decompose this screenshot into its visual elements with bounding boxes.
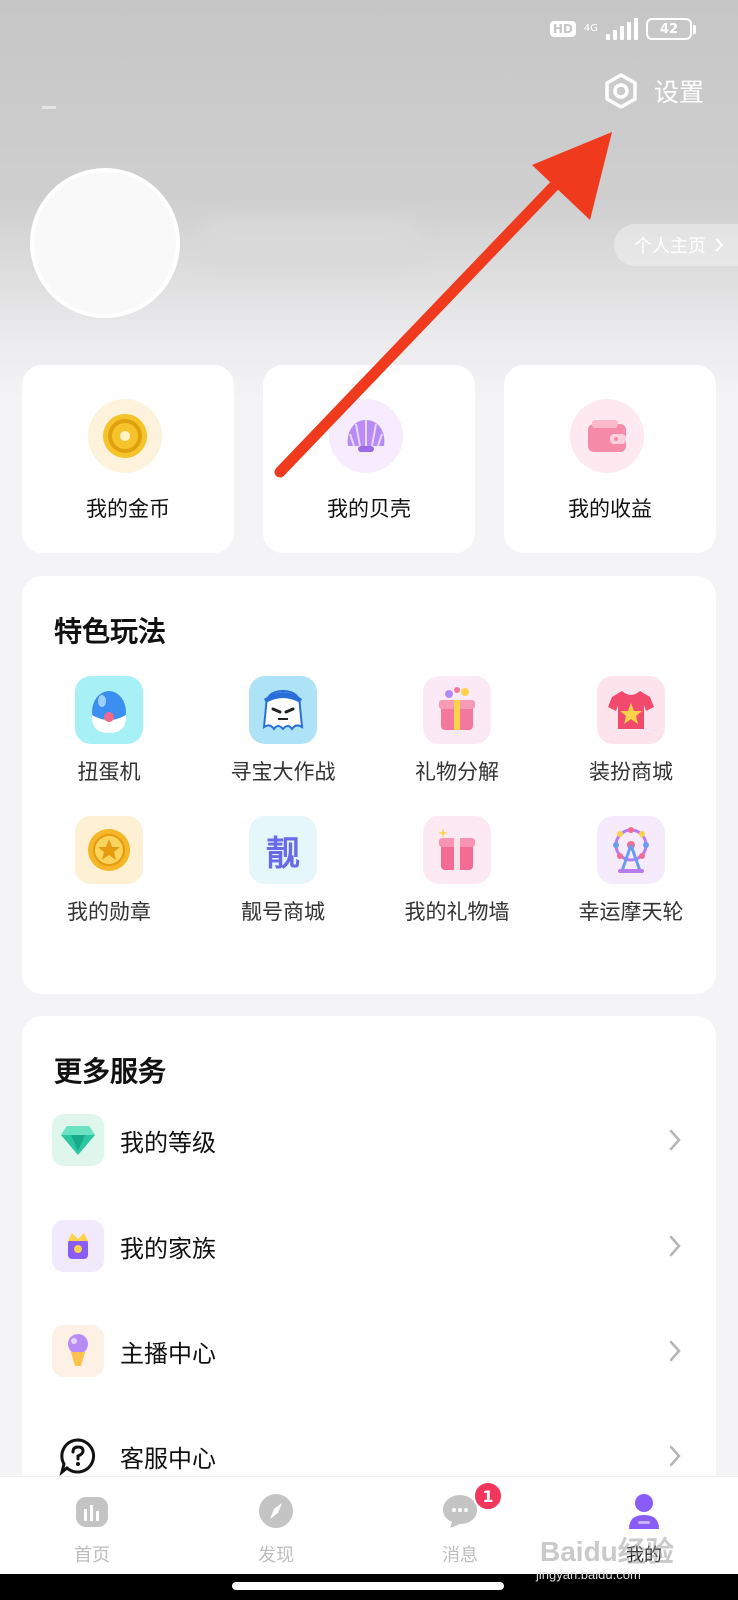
microphone-icon bbox=[52, 1325, 104, 1377]
signal-icon bbox=[606, 18, 638, 40]
liang-char-icon: 靓 bbox=[249, 816, 317, 884]
feature-item-gift-decompose[interactable]: 礼物分解 bbox=[370, 676, 544, 786]
services-title: 更多服务 bbox=[54, 1055, 167, 1088]
feature-label: 我的勋章 bbox=[67, 900, 151, 924]
username-blurred bbox=[200, 218, 420, 266]
battery-level: 42 bbox=[659, 21, 679, 37]
tab-label: 消息 bbox=[442, 1545, 478, 1566]
liang-glyph: 靓 bbox=[266, 833, 300, 874]
settings-label: 设置 bbox=[653, 78, 704, 107]
compass-icon bbox=[259, 1494, 293, 1528]
wallet-icon bbox=[570, 399, 644, 473]
feature-label: 礼物分解 bbox=[415, 760, 499, 784]
feature-label: 我的礼物墙 bbox=[404, 900, 510, 924]
diamond-level-icon bbox=[52, 1114, 104, 1166]
ghost-pirate-icon bbox=[249, 676, 317, 744]
quick-card-shells[interactable]: 我的贝壳 bbox=[263, 365, 475, 553]
status-bar: HD 4G 42 bbox=[549, 18, 696, 40]
feature-label: 寻宝大作战 bbox=[230, 760, 336, 784]
service-row-family[interactable]: 我的家族 bbox=[52, 1216, 692, 1276]
chevron-right-icon bbox=[669, 1445, 681, 1467]
hd-indicator: HD bbox=[549, 21, 576, 37]
quick-card-label: 我的收益 bbox=[568, 497, 652, 521]
service-label: 我的等级 bbox=[120, 1128, 216, 1157]
feature-label: 幸运摩天轮 bbox=[578, 900, 684, 924]
feature-item-capsule[interactable]: 扭蛋机 bbox=[22, 676, 196, 786]
watermark-url: jingyan.baidu.com bbox=[536, 1567, 641, 1582]
feature-item-ferris-wheel[interactable]: 幸运摩天轮 bbox=[544, 816, 718, 926]
chevron-right-icon bbox=[715, 238, 724, 252]
family-crown-icon bbox=[52, 1220, 104, 1272]
unread-badge: 1 bbox=[473, 1481, 503, 1511]
network-type: 4G bbox=[583, 23, 598, 34]
chevron-right-icon bbox=[669, 1129, 681, 1151]
tshirt-star-icon bbox=[597, 676, 665, 744]
tab-label: 发现 bbox=[258, 1545, 294, 1566]
home-bars-icon bbox=[76, 1497, 108, 1527]
quick-card-label: 我的贝壳 bbox=[327, 497, 411, 521]
service-row-level[interactable]: 我的等级 bbox=[52, 1110, 692, 1170]
profile-icon bbox=[629, 1494, 659, 1529]
features-card: 特色玩法 扭蛋机 寻宝大作战 礼物分解 装扮商城 我的勋章 靓 靓号商城 我的礼… bbox=[22, 576, 716, 994]
personal-homepage-link[interactable]: 个人主页 bbox=[614, 224, 738, 266]
gift-box-icon bbox=[423, 676, 491, 744]
feature-item-pretty-number[interactable]: 靓 靓号商城 bbox=[196, 816, 370, 926]
medal-star-icon bbox=[75, 816, 143, 884]
service-label: 客服中心 bbox=[120, 1444, 216, 1473]
tab-home[interactable]: 首页 bbox=[37, 1491, 147, 1567]
gold-coin-icon bbox=[88, 399, 162, 473]
feature-label: 扭蛋机 bbox=[77, 760, 141, 784]
watermark-brand: Baidu经验 bbox=[540, 1536, 674, 1567]
header-decoration bbox=[42, 106, 56, 109]
hexagon-settings-icon bbox=[605, 73, 637, 109]
help-chat-icon bbox=[52, 1430, 104, 1482]
gift-wall-icon bbox=[423, 816, 491, 884]
feature-label: 靓号商城 bbox=[241, 900, 325, 924]
service-row-anchor-center[interactable]: 主播中心 bbox=[52, 1321, 692, 1381]
feature-item-gift-wall[interactable]: 我的礼物墙 bbox=[370, 816, 544, 926]
tab-discover[interactable]: 发现 bbox=[221, 1491, 331, 1567]
home-indicator[interactable] bbox=[232, 1582, 504, 1590]
quick-card-coins[interactable]: 我的金币 bbox=[22, 365, 234, 553]
tab-label: 首页 bbox=[74, 1545, 110, 1566]
capsule-egg-icon bbox=[75, 676, 143, 744]
ferris-wheel-icon bbox=[597, 816, 665, 884]
chevron-right-icon bbox=[669, 1235, 681, 1257]
network-indicator: 4G bbox=[584, 24, 598, 34]
avatar[interactable] bbox=[30, 168, 180, 318]
feature-item-medals[interactable]: 我的勋章 bbox=[22, 816, 196, 926]
feature-item-dressup-mall[interactable]: 装扮商城 bbox=[544, 676, 718, 786]
features-title: 特色玩法 bbox=[54, 615, 167, 648]
quick-card-label: 我的金币 bbox=[86, 497, 170, 521]
feature-label: 装扮商城 bbox=[589, 760, 673, 784]
service-label: 主播中心 bbox=[120, 1339, 216, 1368]
quick-card-earnings[interactable]: 我的收益 bbox=[504, 365, 716, 553]
shell-icon bbox=[329, 399, 403, 473]
feature-item-treasure[interactable]: 寻宝大作战 bbox=[196, 676, 370, 786]
settings-button[interactable]: 设置 bbox=[602, 72, 704, 110]
chevron-right-icon bbox=[669, 1340, 681, 1362]
homepage-label: 个人主页 bbox=[634, 236, 706, 257]
service-label: 我的家族 bbox=[120, 1234, 216, 1263]
battery-icon: 42 bbox=[646, 18, 696, 40]
tab-messages[interactable]: 消息 1 bbox=[405, 1481, 515, 1567]
